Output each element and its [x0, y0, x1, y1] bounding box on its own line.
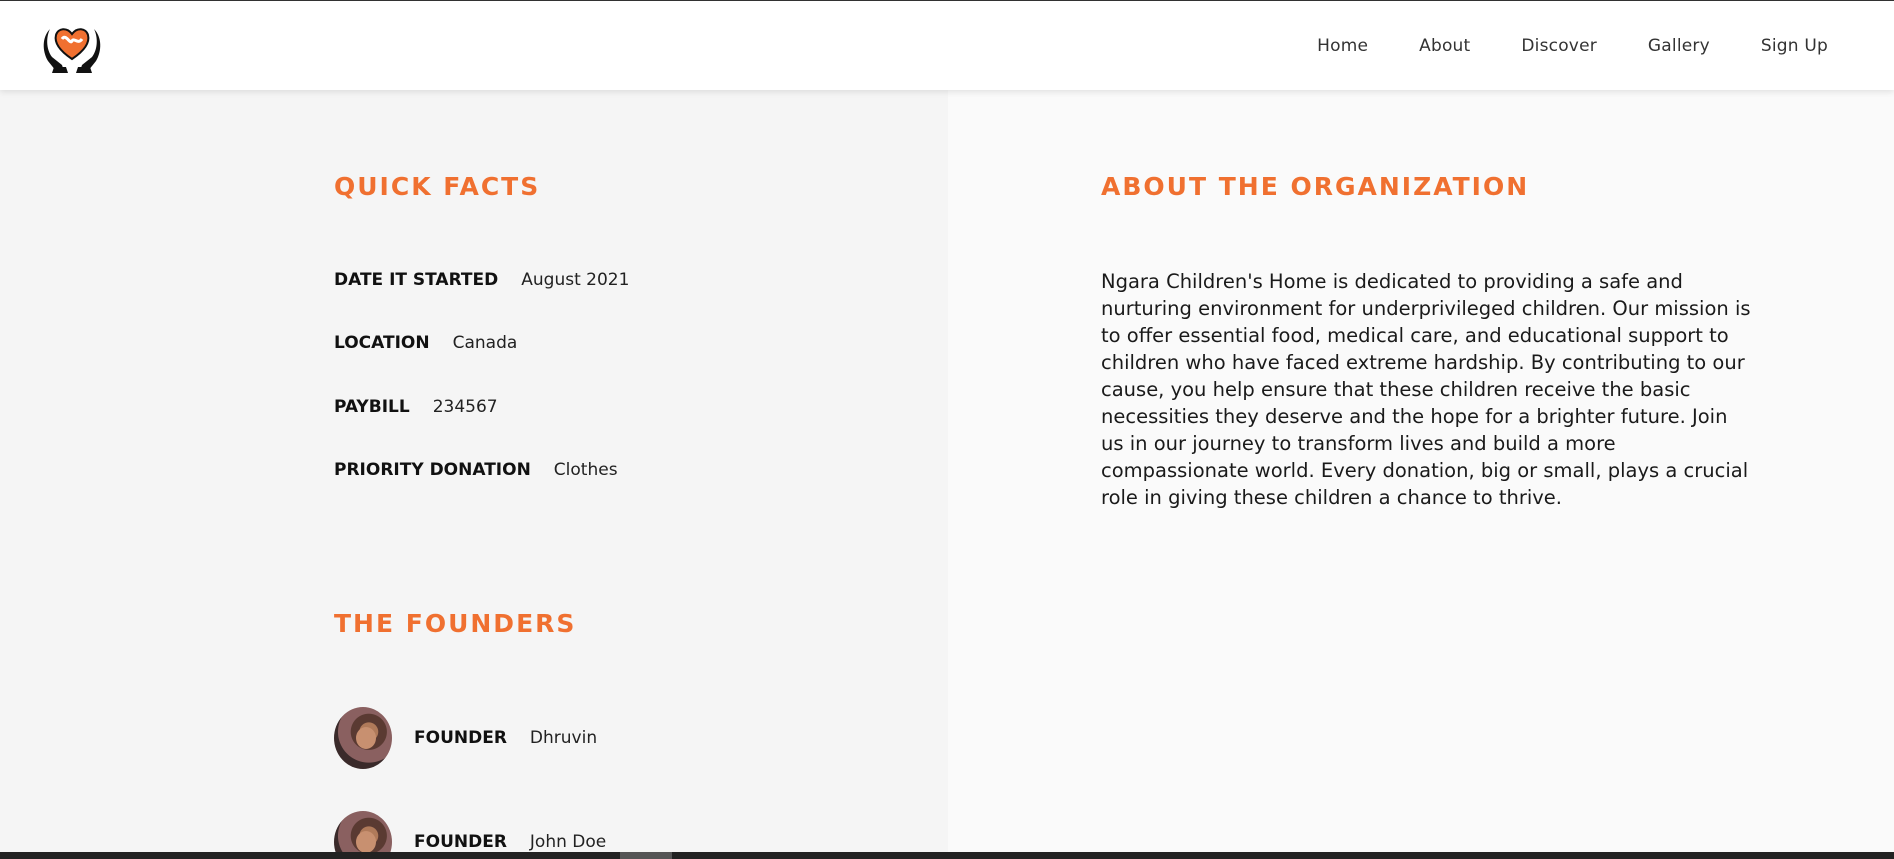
founder-name: John Doe [529, 832, 607, 852]
founder-item: FOUNDER Dhruvin [334, 707, 597, 769]
scrollbar-thumb[interactable] [620, 852, 672, 859]
nav-signup-link[interactable]: Sign Up [1761, 36, 1828, 56]
nav-about-link[interactable]: About [1419, 36, 1470, 56]
nav-discover-link[interactable]: Discover [1521, 36, 1597, 56]
main-nav: Home About Discover Gallery Sign Up [1266, 1, 1828, 90]
fact-label: LOCATION [334, 333, 430, 353]
fact-row-date: DATE IT STARTED August 2021 [334, 270, 629, 290]
nav-home-link[interactable]: Home [1317, 36, 1368, 56]
fact-row-priority-donation: PRIORITY DONATION Clothes [334, 460, 618, 480]
founder-label: FOUNDER [414, 832, 507, 852]
about-title: ABOUT THE ORGANIZATION [1101, 172, 1530, 201]
about-description: Ngara Children's Home is dedicated to pr… [1101, 270, 1751, 509]
founder-label: FOUNDER [414, 728, 507, 748]
fact-value: 234567 [432, 397, 498, 417]
site-header: Home About Discover Gallery Sign Up [0, 1, 1894, 90]
founder-name: Dhruvin [529, 728, 598, 748]
fact-value: Canada [452, 333, 518, 353]
fact-row-location: LOCATION Canada [334, 333, 517, 353]
horizontal-scrollbar[interactable] [0, 852, 1894, 859]
avatar [334, 707, 392, 769]
fact-row-paybill: PAYBILL 234567 [334, 397, 498, 417]
founders-title: THE FOUNDERS [334, 609, 577, 638]
hands-heart-logo-icon[interactable] [42, 15, 102, 75]
fact-value: August 2021 [521, 270, 630, 290]
fact-label: PRIORITY DONATION [334, 460, 531, 480]
quick-facts-title: QUICK FACTS [334, 172, 541, 201]
nav-gallery-link[interactable]: Gallery [1648, 36, 1710, 56]
fact-label: PAYBILL [334, 397, 410, 417]
fact-value: Clothes [553, 460, 618, 480]
fact-label: DATE IT STARTED [334, 270, 499, 290]
